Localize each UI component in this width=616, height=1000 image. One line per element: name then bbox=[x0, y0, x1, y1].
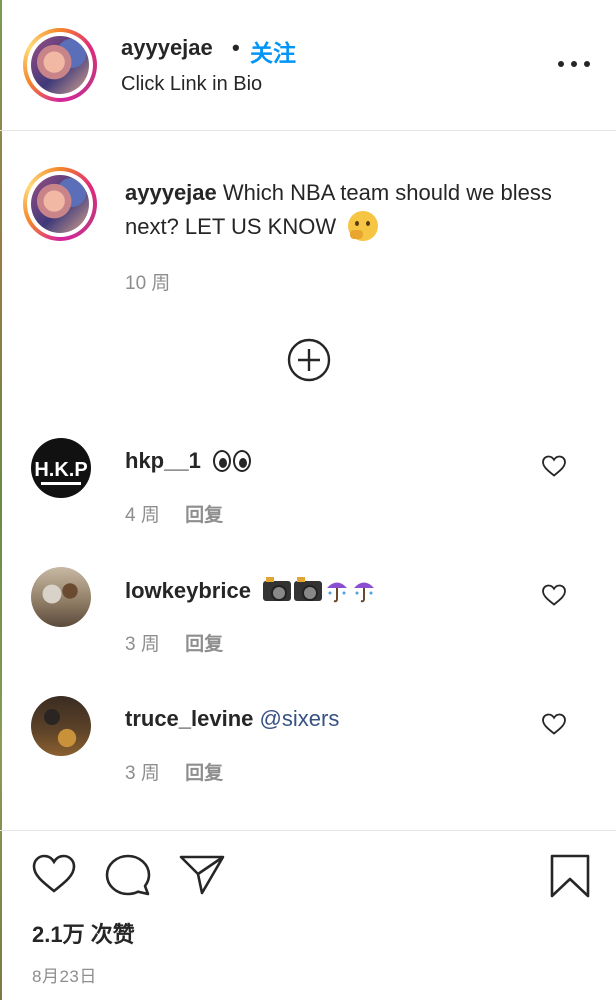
like-count[interactable]: 2.1万 次赞 bbox=[32, 917, 135, 949]
comment-meta: 3 周 回复 bbox=[125, 629, 223, 656]
comment-text: truce_levine @sixers bbox=[125, 706, 339, 732]
author-subtitle: Click Link in Bio bbox=[121, 73, 263, 95]
commenter-avatar[interactable] bbox=[31, 696, 91, 756]
comment-time: 4 周 bbox=[125, 505, 160, 526]
comment-item: H.K.P hkp__1 4 周 回复 bbox=[0, 438, 616, 548]
follow-button[interactable]: 关注 bbox=[250, 34, 296, 68]
reply-button[interactable]: 回复 bbox=[185, 505, 223, 526]
comment-item: lowkeybrice 3 周 回复 bbox=[0, 567, 616, 677]
comment-item: truce_levine @sixers 3 周 回复 bbox=[0, 696, 616, 806]
comment-mention-link[interactable]: @sixers bbox=[260, 706, 340, 731]
comment-like-icon[interactable] bbox=[541, 583, 567, 607]
send-icon[interactable] bbox=[178, 853, 226, 897]
comment-username[interactable]: lowkeybrice bbox=[125, 578, 251, 603]
comment-meta: 4 周 回复 bbox=[125, 500, 223, 527]
avatar-logo-text: H.K.P bbox=[34, 459, 87, 481]
caption-avatar[interactable] bbox=[23, 167, 97, 241]
author-avatar[interactable] bbox=[23, 28, 97, 102]
camera-flash-icon bbox=[294, 577, 323, 601]
caption-time: 10 周 bbox=[125, 273, 171, 294]
author-username[interactable]: ayyyejae bbox=[121, 35, 213, 61]
comment-time: 3 周 bbox=[125, 634, 160, 655]
comment-username[interactable]: truce_levine bbox=[125, 706, 253, 731]
comment-text: lowkeybrice bbox=[125, 577, 379, 604]
reply-button[interactable]: 回复 bbox=[185, 763, 223, 784]
post-date: 8月23日 bbox=[32, 967, 97, 986]
post-action-bar: 2.1万 次赞 8月23日 bbox=[0, 830, 616, 1000]
comment-meta: 3 周 回复 bbox=[125, 758, 223, 785]
post-caption: ayyyejae Which NBA team should we bless … bbox=[125, 176, 575, 244]
umbrella-rain-icon bbox=[354, 582, 375, 603]
comment-username[interactable]: hkp__1 bbox=[125, 448, 201, 473]
eyes-icon bbox=[212, 450, 231, 472]
separator-dot: • bbox=[232, 35, 240, 60]
comment-like-icon[interactable] bbox=[541, 712, 567, 736]
caption-username[interactable]: ayyyejae bbox=[125, 180, 217, 205]
bookmark-icon[interactable] bbox=[549, 853, 591, 899]
comment-icon[interactable] bbox=[105, 853, 151, 897]
commenter-avatar[interactable] bbox=[31, 567, 91, 627]
heart-icon[interactable] bbox=[31, 853, 77, 895]
reply-button[interactable]: 回复 bbox=[185, 634, 223, 655]
comment-like-icon[interactable] bbox=[541, 454, 567, 478]
more-options-icon[interactable] bbox=[558, 54, 590, 74]
post-header: ayyyejae • 关注 Click Link in Bio bbox=[0, 0, 616, 131]
umbrella-rain-icon bbox=[327, 582, 348, 603]
commenter-avatar[interactable]: H.K.P bbox=[31, 438, 91, 498]
plus-circle-icon[interactable] bbox=[287, 338, 331, 382]
camera-flash-icon bbox=[263, 577, 292, 601]
thinking-face-icon bbox=[348, 211, 379, 241]
eyes-icon bbox=[232, 450, 251, 472]
comment-text: hkp__1 bbox=[125, 448, 251, 474]
comment-time: 3 周 bbox=[125, 763, 160, 784]
